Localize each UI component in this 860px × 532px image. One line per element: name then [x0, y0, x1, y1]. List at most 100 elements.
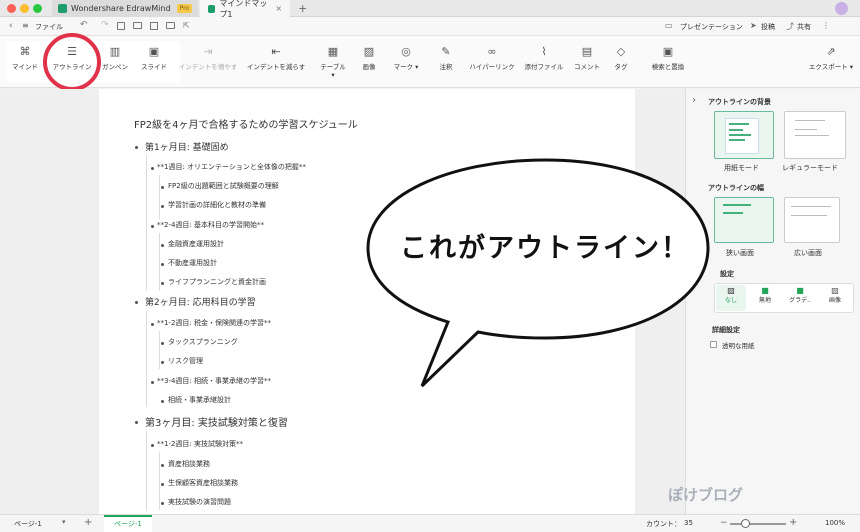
- file-menu[interactable]: ファイル: [35, 22, 63, 32]
- bullet: [161, 205, 164, 208]
- indent-guide: [146, 155, 147, 291]
- zoom-level[interactable]: 100%: [825, 519, 845, 527]
- fill-image-option[interactable]: ▨ 画像: [820, 285, 850, 311]
- add-page-button[interactable]: +: [84, 517, 92, 528]
- paper-mode-option[interactable]: [714, 111, 774, 159]
- mindmap-icon: ⌘: [19, 45, 31, 58]
- indent-guide: [159, 175, 160, 219]
- outline-item[interactable]: タックスプランニング: [168, 337, 238, 347]
- outline-item[interactable]: **1-2週目: 税金・保険関連の学習**: [157, 318, 271, 328]
- save-icon[interactable]: [150, 22, 158, 30]
- outline-item[interactable]: 不動産運用設計: [168, 258, 217, 268]
- preview-line: [795, 129, 817, 130]
- hyperlink-button[interactable]: ∞ ハイパーリンク: [466, 44, 518, 82]
- bullet: [135, 421, 138, 424]
- outline-item[interactable]: **3-4週目: 相続・事業承継の学習**: [157, 376, 271, 386]
- comment-button[interactable]: ▤ コメント: [570, 44, 604, 82]
- note-button[interactable]: ✎ 注釈: [434, 44, 458, 82]
- attachment-button[interactable]: ⌇ 添付ファイル: [522, 44, 566, 82]
- export-small-icon[interactable]: ⇱: [183, 21, 190, 30]
- outline-item[interactable]: 金融資産運用設計: [168, 239, 224, 249]
- share-button[interactable]: 共有: [797, 22, 811, 32]
- image-icon: ▨: [363, 45, 375, 58]
- page-tab[interactable]: ページ-1: [104, 515, 152, 532]
- menu-icon[interactable]: ≡: [22, 21, 29, 30]
- bullet: [161, 483, 164, 486]
- doc-tab[interactable]: マインドマップ1 ×: [200, 0, 291, 19]
- indent-increase-button[interactable]: ⇥ インデントを増やす: [178, 44, 238, 82]
- indent-decrease-button[interactable]: ⇤ インデントを減らす: [244, 44, 308, 82]
- left-canvas-margin: [0, 89, 99, 514]
- minimize-window-button[interactable]: [20, 4, 29, 13]
- zoom-window-button[interactable]: [33, 4, 42, 13]
- table-button[interactable]: ▦ テーブル ▾: [318, 44, 348, 82]
- find-replace-button[interactable]: ▣ 検索と置換: [644, 44, 692, 82]
- outline-item[interactable]: FP2級の出題範囲と試験概要の理解: [168, 181, 279, 191]
- open-folder-icon[interactable]: [133, 22, 142, 29]
- tag-button[interactable]: ◇ タグ: [610, 44, 632, 82]
- post-button[interactable]: 投稿: [761, 22, 775, 32]
- indent-guide: [159, 452, 160, 510]
- close-tab-icon[interactable]: ×: [275, 4, 282, 13]
- preview-line: [795, 120, 825, 121]
- avatar[interactable]: [835, 2, 848, 15]
- speech-bubble: [366, 158, 710, 388]
- new-file-icon[interactable]: [117, 22, 125, 30]
- image-button[interactable]: ▨ 画像: [356, 44, 382, 82]
- bullet: [151, 323, 154, 326]
- link-icon: ∞: [487, 45, 497, 58]
- indent-guide: [159, 233, 160, 291]
- page-title[interactable]: FP2級を4ヶ月で合格するための学習スケジュール: [134, 116, 358, 131]
- preview-line: [729, 134, 751, 136]
- close-window-button[interactable]: [7, 4, 16, 13]
- slide-icon: ▣: [148, 45, 160, 58]
- fill-gradient-option[interactable]: ■ グラデ..: [782, 285, 818, 311]
- undo-icon[interactable]: ↶: [80, 20, 88, 30]
- outline-item-month3[interactable]: 第3ヶ月目: 実技試験対策と復習: [145, 414, 288, 429]
- collapse-panel-icon[interactable]: ›: [692, 95, 696, 106]
- regular-mode-option[interactable]: [784, 111, 846, 159]
- export-button[interactable]: ⇗ エクスポート ▾: [808, 44, 854, 82]
- wide-width-label: 広い画面: [794, 249, 822, 257]
- page-select[interactable]: ページ-1: [14, 519, 42, 529]
- print-icon[interactable]: [166, 22, 175, 29]
- back-icon[interactable]: ‹: [9, 21, 13, 31]
- zoom-slider-track[interactable]: [730, 523, 786, 525]
- new-tab-button[interactable]: +: [298, 2, 307, 15]
- wide-width-option[interactable]: [784, 197, 840, 243]
- watermark-logo: ぽけブログ: [668, 486, 744, 504]
- app-tab[interactable]: Wondershare EdrawMind Pro: [52, 0, 199, 17]
- zoom-out-icon[interactable]: −: [720, 518, 728, 528]
- outline-item[interactable]: **1週目: オリエンテーションと全体像の把握**: [157, 162, 306, 172]
- outline-item[interactable]: 資産相談業務: [168, 459, 210, 469]
- outline-item[interactable]: **1-2週目: 実技試験対策**: [157, 439, 243, 449]
- presentation-button[interactable]: プレゼンテーション: [680, 22, 743, 32]
- mindmap-file-icon: [208, 4, 216, 13]
- slide-view-button[interactable]: ▣ スライド: [136, 44, 172, 82]
- status-bar: ページ-1 ▾ + ページ-1 カウント： 35 − + 100%: [0, 514, 860, 532]
- outline-item-month1[interactable]: 第1ヶ月目: 基礎固め: [145, 140, 229, 153]
- mindmap-view-button[interactable]: ⌘ マインド: [8, 44, 42, 82]
- word-count-value: 35: [684, 519, 693, 527]
- fill-solid-option[interactable]: ■ 無地: [750, 285, 780, 311]
- redo-icon[interactable]: ↷: [101, 20, 109, 30]
- zoom-in-icon[interactable]: +: [789, 517, 797, 528]
- word-count-label: カウント：: [646, 520, 681, 528]
- outline-item[interactable]: 相続・事業承継設計: [168, 395, 231, 405]
- outline-item[interactable]: 学習計画の詳細化と教材の準備: [168, 200, 266, 210]
- outline-item[interactable]: リスク管理: [168, 356, 203, 366]
- preview-line: [795, 135, 829, 136]
- mark-button[interactable]: ◎ マーク ▾: [392, 44, 420, 82]
- outline-item[interactable]: ライフプランニングと資金計画: [168, 277, 266, 287]
- bullet: [135, 301, 138, 304]
- narrow-width-label: 狭い画面: [726, 249, 754, 257]
- app-name: Wondershare EdrawMind: [71, 4, 171, 13]
- outline-item[interactable]: **2-4週目: 基本科目の学習開始**: [157, 220, 264, 230]
- outline-item[interactable]: 実技試験の演習問題: [168, 497, 231, 507]
- image-fill-icon: ▨: [831, 286, 839, 295]
- zoom-slider-thumb[interactable]: [741, 519, 750, 528]
- more-icon[interactable]: ⋮: [822, 21, 830, 30]
- outline-item-month2[interactable]: 第2ヶ月目: 応用科目の学習: [145, 295, 256, 308]
- outline-item[interactable]: 生保顧客資産相談業務: [168, 478, 238, 488]
- kanban-view-button[interactable]: ▥ ガンペン: [98, 44, 132, 82]
